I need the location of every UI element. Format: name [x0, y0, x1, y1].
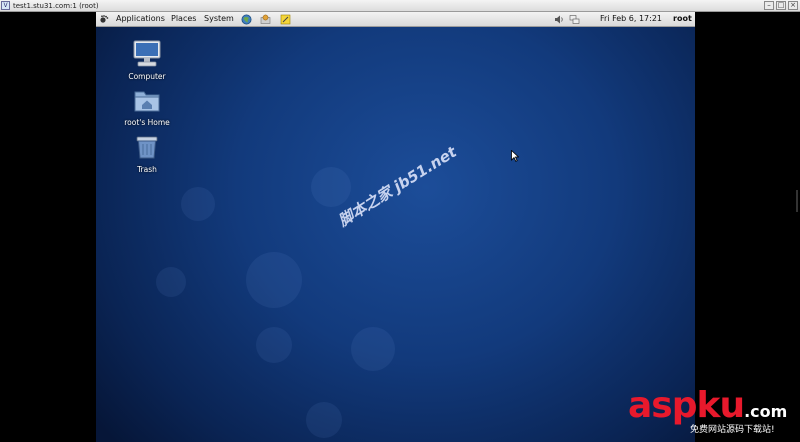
volume-icon[interactable]	[554, 14, 565, 25]
desktop-icon-computer[interactable]: Computer	[107, 40, 187, 81]
logo-text-white: ku	[696, 385, 746, 426]
bokeh-circle	[156, 267, 186, 297]
vnc-app-icon: V	[1, 1, 10, 10]
bokeh-circle	[256, 327, 292, 363]
gnome-foot-icon	[100, 15, 109, 23]
mouse-pointer-icon	[511, 150, 519, 162]
notes-editor-icon[interactable]	[280, 14, 291, 25]
aspku-logo: aspku.com 免费网站源码下载站!	[628, 385, 788, 436]
menu-applications[interactable]: Applications	[116, 12, 165, 26]
logo-text-red: asp	[628, 385, 697, 426]
panel-user[interactable]: root	[673, 12, 692, 26]
bokeh-circle	[246, 252, 302, 308]
scrollbar-thumb[interactable]	[796, 190, 798, 212]
desktop[interactable]: Computer root's Home Trash 脚本之家 jb51.net	[96, 27, 695, 442]
email-client-icon[interactable]	[260, 14, 271, 25]
desktop-icon-home[interactable]: root's Home	[107, 88, 187, 127]
network-icon[interactable]	[569, 14, 580, 25]
window-title: test1.stu31.com:1 (root)	[13, 2, 99, 10]
trash-icon	[136, 136, 158, 159]
window-titlebar: V test1.stu31.com:1 (root) – □ ×	[0, 0, 800, 12]
bokeh-circle	[311, 167, 351, 207]
home-folder-icon	[134, 91, 160, 112]
minimize-button[interactable]: –	[764, 1, 774, 10]
window-controls: – □ ×	[764, 1, 798, 10]
menu-places[interactable]: Places	[171, 12, 196, 26]
desktop-icon-trash[interactable]: Trash	[107, 135, 187, 174]
bokeh-circle	[181, 187, 215, 221]
desktop-icon-label: Computer	[128, 72, 166, 81]
watermark-text: 脚本之家 jb51.net	[335, 142, 460, 230]
bokeh-circle	[306, 402, 342, 438]
close-button[interactable]: ×	[788, 1, 798, 10]
top-panel: Applications Places System Fri Feb 6, 17…	[96, 12, 695, 27]
menu-system[interactable]: System	[204, 12, 234, 26]
panel-clock[interactable]: Fri Feb 6, 17:21	[600, 12, 662, 26]
desktop-icon-label: Trash	[137, 165, 157, 174]
logo-tagline: 免费网站源码下载站!	[690, 425, 775, 435]
bokeh-circle	[351, 327, 395, 371]
logo-suffix: .com	[744, 402, 788, 421]
web-browser-icon[interactable]	[241, 14, 252, 25]
desktop-icon-label: root's Home	[124, 118, 170, 127]
maximize-button[interactable]: □	[776, 1, 786, 10]
computer-icon	[133, 40, 161, 67]
